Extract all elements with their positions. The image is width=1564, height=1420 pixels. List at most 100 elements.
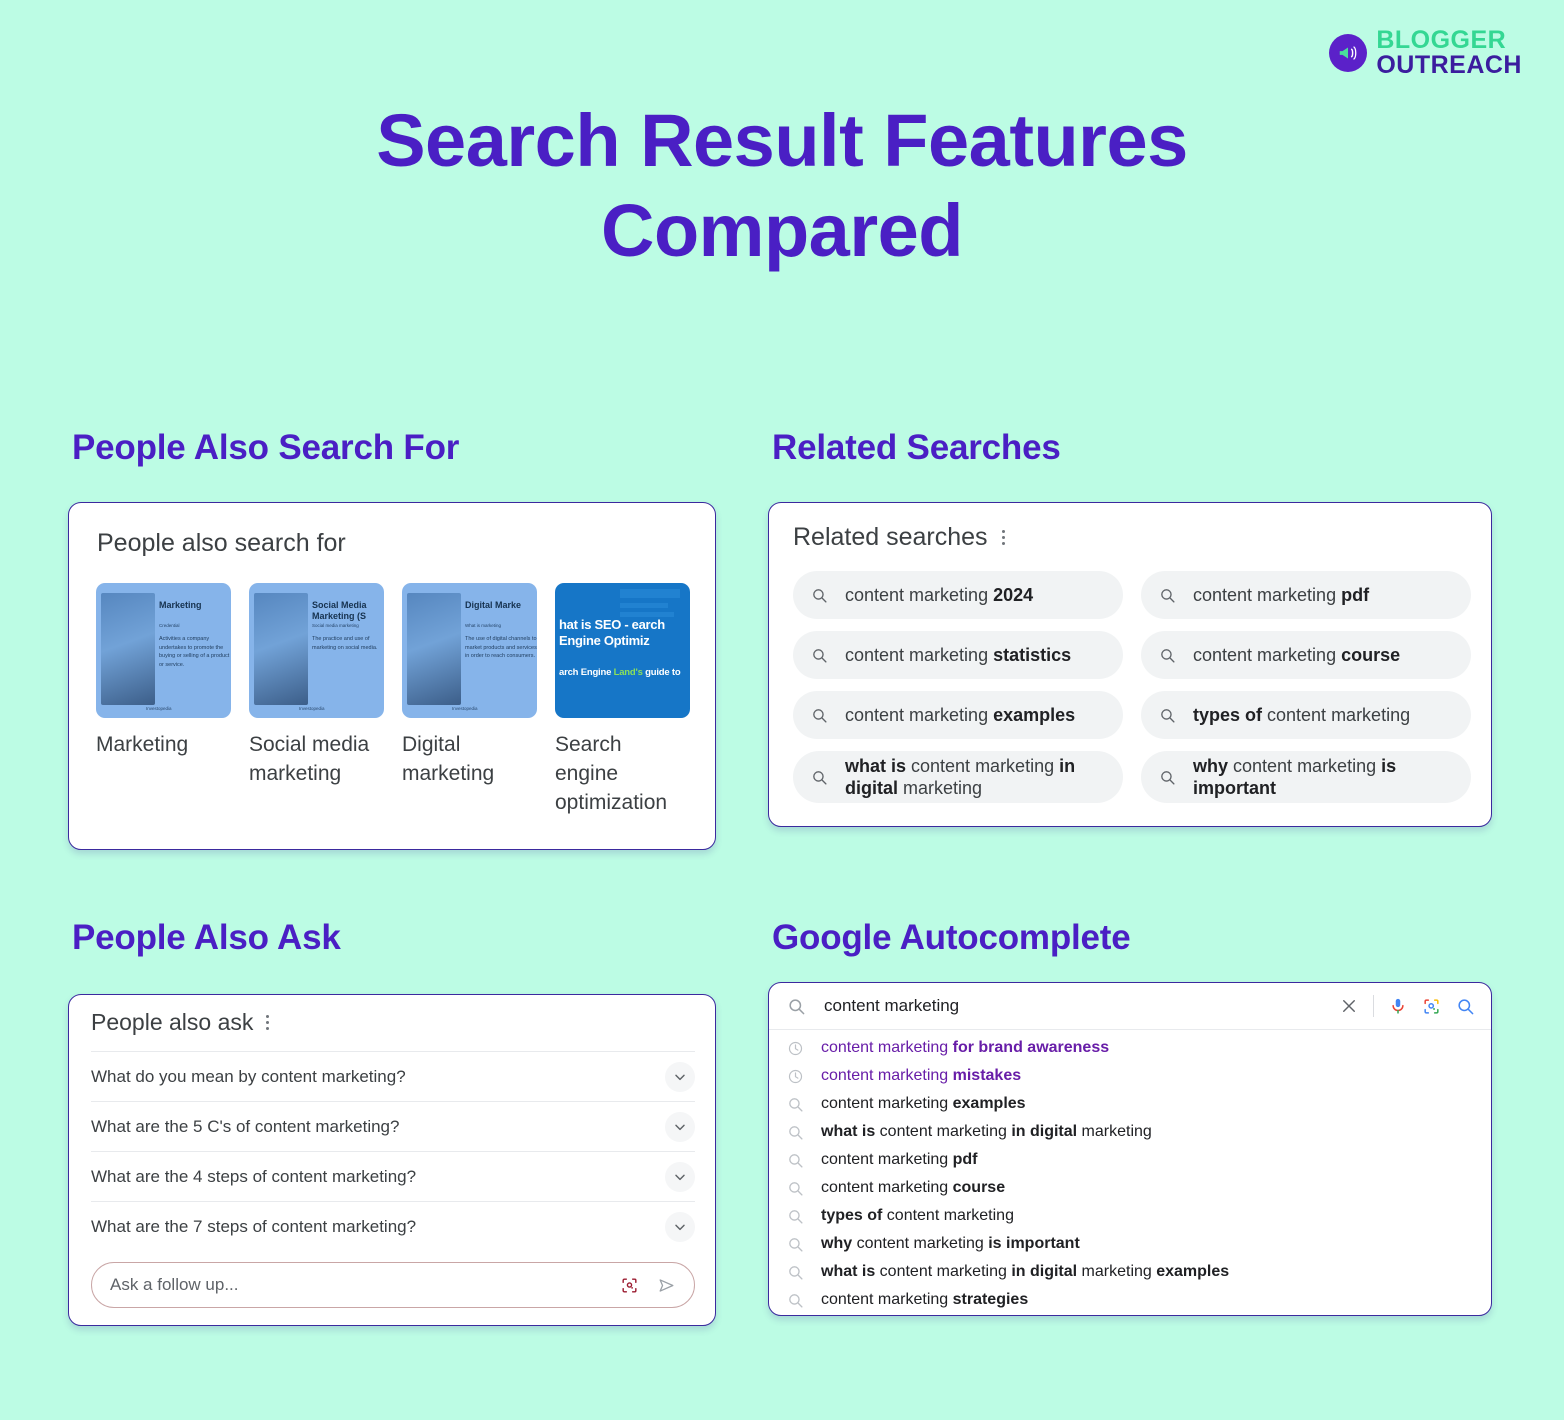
autocomplete-suggestion-row[interactable]: content marketing examples: [787, 1090, 1473, 1118]
infographic-page: BLOGGER OUTREACH Search Result Features …: [0, 0, 1564, 1420]
paa-question-text: What are the 4 steps of content marketin…: [91, 1166, 417, 1186]
megaphone-icon: [1329, 33, 1368, 72]
search-icon: [1159, 707, 1193, 724]
paa-question-text: What do you mean by content marketing?: [91, 1066, 406, 1086]
pasf-thumbnail[interactable]: Marketing Credential Activities a company …: [96, 583, 231, 718]
paa-question-row[interactable]: What are the 7 steps of content marketin…: [91, 1201, 695, 1251]
thumbnail-heading: Digital Marke: [465, 600, 522, 610]
search-icon: [811, 647, 845, 664]
kebab-menu-icon[interactable]: [266, 1015, 270, 1030]
paa-question-row[interactable]: What are the 4 steps of content marketin…: [91, 1151, 695, 1201]
search-icon: [811, 587, 845, 604]
brand-name-top: BLOGGER: [1376, 26, 1507, 54]
pasf-item-label: Digital marketing: [402, 733, 495, 785]
chevron-down-icon[interactable]: [665, 1061, 695, 1092]
related-search-label: content marketing course: [1193, 644, 1401, 665]
pasf-thumbnail[interactable]: Social Media Marketing (S Social media ma…: [249, 583, 384, 718]
google-lens-icon[interactable]: [1422, 997, 1441, 1016]
pasf-item-label: Social media marketing: [249, 733, 370, 785]
related-search-pill[interactable]: content marketing statistics: [793, 631, 1123, 679]
thumbnail-heading: Social Media Marketing (S: [312, 600, 367, 622]
autocomplete-suggestion-text: types of content marketing: [821, 1207, 1014, 1224]
related-search-pill[interactable]: content marketing 2024: [793, 571, 1123, 619]
related-search-pill[interactable]: what is content marketing in digital mar…: [793, 751, 1123, 803]
autocomplete-suggestion-row[interactable]: what is content marketing in digital mar…: [787, 1118, 1473, 1146]
paa-question-list: What do you mean by content marketing? Wh…: [91, 1051, 695, 1251]
brand-name-bottom: OUTREACH: [1376, 50, 1522, 79]
pasf-item-label: Search engine optimization: [555, 733, 668, 814]
related-searches-title: Related searches: [793, 523, 988, 551]
chevron-down-icon[interactable]: [665, 1111, 695, 1142]
close-icon[interactable]: [1340, 997, 1358, 1015]
microphone-icon[interactable]: [1389, 996, 1407, 1016]
search-icon: [811, 707, 845, 724]
autocomplete-suggestion-text: why content marketing is important: [821, 1235, 1080, 1252]
section-heading-google-autocomplete: Google Autocomplete: [772, 918, 1131, 957]
related-search-label: content marketing examples: [845, 704, 1076, 725]
pasf-card-title: People also search for: [97, 529, 346, 557]
autocomplete-suggestion-row[interactable]: why content marketing is important: [787, 1230, 1473, 1258]
section-heading-people-also-ask: People Also Ask: [72, 918, 341, 957]
follow-up-actions: [620, 1276, 676, 1295]
search-icon: [787, 1292, 821, 1309]
google-lens-icon[interactable]: [620, 1276, 639, 1295]
autocomplete-suggestion-text: what is content marketing in digital mar…: [821, 1263, 1230, 1280]
thumbnail-body: The practice and use of marketing on soc…: [312, 636, 378, 651]
related-search-pill[interactable]: content marketing examples: [793, 691, 1123, 739]
thumbnail-subtext: arch Engine Land's guide to: [559, 667, 681, 678]
chevron-down-icon[interactable]: [665, 1161, 695, 1192]
pasf-item[interactable]: Social Media Marketing (S Social media ma…: [249, 583, 384, 818]
search-icon: [787, 997, 806, 1016]
paa-question-row[interactable]: What are the 5 C's of content marketing?: [91, 1101, 695, 1151]
autocomplete-suggestion-row[interactable]: content marketing course: [787, 1174, 1473, 1202]
thumbnail-body: Activities a company undertakes to promo…: [159, 636, 230, 668]
paa-header: People also ask: [91, 1009, 270, 1036]
page-title-line1: Search Result Features: [376, 99, 1188, 182]
autocomplete-suggestion-row[interactable]: content marketing strategies: [787, 1286, 1473, 1314]
thumbnail-body: The use of digital channels to market pr…: [465, 636, 537, 660]
autocomplete-suggestion-text: content marketing pdf: [821, 1151, 978, 1168]
search-icon: [787, 1096, 821, 1113]
pasf-item[interactable]: hat is SEO - earch Engine Optimiz arch En…: [555, 583, 690, 818]
autocomplete-suggestion-row[interactable]: what is content marketing in digital mar…: [787, 1258, 1473, 1286]
search-icon: [787, 1180, 821, 1197]
related-search-pill[interactable]: why content marketing is important: [1141, 751, 1471, 803]
pasf-item[interactable]: Marketing Credential Activities a company …: [96, 583, 231, 818]
pasf-thumbnail[interactable]: hat is SEO - earch Engine Optimiz arch En…: [555, 583, 690, 718]
related-searches-card: Related searches content marketing 2024 c…: [768, 502, 1492, 827]
send-icon[interactable]: [657, 1276, 676, 1295]
autocomplete-search-bar[interactable]: content marketing: [769, 983, 1491, 1030]
search-icon: [1159, 587, 1193, 604]
paa-question-row[interactable]: What do you mean by content marketing?: [91, 1051, 695, 1101]
autocomplete-suggestion-row[interactable]: types of content marketing: [787, 1202, 1473, 1230]
related-search-pill[interactable]: types of content marketing: [1141, 691, 1471, 739]
follow-up-placeholder: Ask a follow up...: [110, 1275, 239, 1294]
search-input-value[interactable]: content marketing: [824, 996, 1340, 1016]
people-also-ask-card: People also ask What do you mean by cont…: [68, 994, 716, 1326]
page-title-line2: Compared: [601, 189, 963, 273]
search-bar-actions: [1340, 995, 1475, 1017]
thumbnail-illustration: [407, 593, 461, 705]
chevron-down-icon[interactable]: [665, 1211, 695, 1242]
thumbnail-heading: Marketing: [159, 600, 202, 610]
search-submit-icon[interactable]: [1456, 997, 1475, 1016]
kebab-menu-icon[interactable]: [1001, 530, 1005, 545]
thumbnail-illustration: [254, 593, 308, 705]
pasf-thumbnail[interactable]: Digital Marke What is marketing The use of…: [402, 583, 537, 718]
related-search-pill[interactable]: content marketing course: [1141, 631, 1471, 679]
thumbnail-subtext: Social media marketing: [312, 623, 359, 628]
pasf-item[interactable]: Digital Marke What is marketing The use of…: [402, 583, 537, 818]
related-search-pill[interactable]: content marketing pdf: [1141, 571, 1471, 619]
autocomplete-suggestion-row[interactable]: content marketing for brand awareness: [787, 1034, 1473, 1062]
autocomplete-suggestion-text: content marketing strategies: [821, 1291, 1029, 1308]
thumbnail-source: Investopedia: [299, 706, 325, 711]
autocomplete-suggestion-row[interactable]: content marketing pdf: [787, 1146, 1473, 1174]
ask-follow-up-input[interactable]: Ask a follow up...: [91, 1262, 695, 1308]
paa-question-text: What are the 7 steps of content marketin…: [91, 1216, 417, 1236]
divider: [1373, 995, 1374, 1017]
search-icon: [787, 1236, 821, 1253]
search-icon: [1159, 769, 1193, 786]
thumbnail-subtext: Credential: [159, 623, 180, 628]
autocomplete-suggestion-row[interactable]: content marketing mistakes: [787, 1062, 1473, 1090]
autocomplete-suggestion-text: content marketing for brand awareness: [821, 1039, 1110, 1056]
